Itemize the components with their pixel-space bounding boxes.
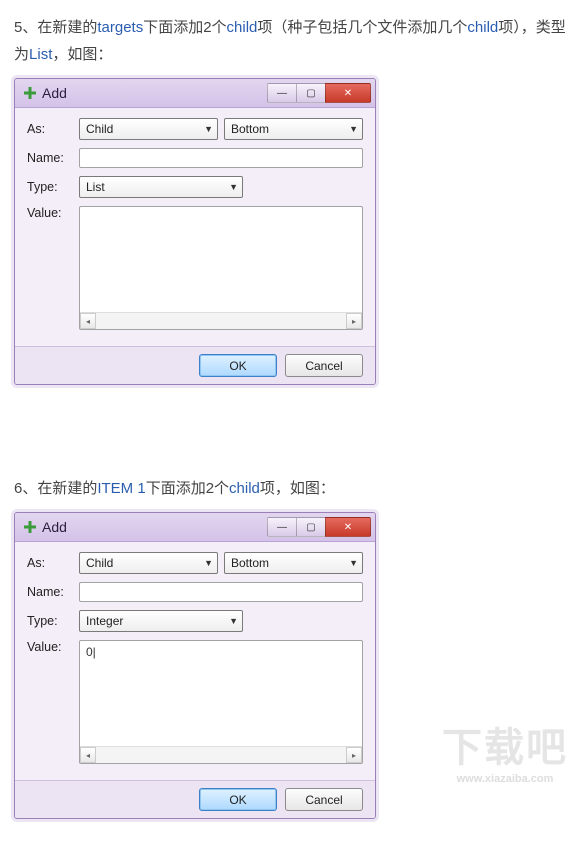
value-label: Value:	[27, 206, 73, 220]
cancel-button[interactable]: Cancel	[285, 788, 363, 811]
position-dropdown[interactable]: Bottom▼	[224, 118, 363, 140]
window-buttons: — ▢ ✕	[268, 517, 371, 537]
chevron-down-icon: ▼	[349, 124, 358, 134]
chevron-down-icon: ▼	[349, 558, 358, 568]
dialog-body: As: Child▼ Bottom▼ Name: Type: Integer▼ …	[15, 542, 375, 780]
maximize-button[interactable]: ▢	[296, 83, 326, 103]
type-dropdown[interactable]: Integer▼	[79, 610, 243, 632]
chevron-down-icon: ▼	[229, 616, 238, 626]
add-dialog-1: Add — ▢ ✕ As: Child▼ Bottom▼ Name: Type:…	[14, 78, 376, 385]
ok-button[interactable]: OK	[199, 354, 277, 377]
scroll-left-icon[interactable]: ◂	[80, 313, 96, 329]
chevron-down-icon: ▼	[204, 558, 213, 568]
type-label: Type:	[27, 614, 73, 628]
as-dropdown[interactable]: Child▼	[79, 552, 218, 574]
step6-text: 6、在新建的ITEM 1下面添加2个child项，如图：	[14, 475, 566, 502]
name-input[interactable]	[79, 148, 363, 168]
horizontal-scrollbar[interactable]: ◂ ▸	[80, 312, 362, 329]
dialog-footer: OK Cancel	[15, 346, 375, 384]
cancel-button[interactable]: Cancel	[285, 354, 363, 377]
name-label: Name:	[27, 585, 73, 599]
scroll-right-icon[interactable]: ▸	[346, 747, 362, 763]
close-button[interactable]: ✕	[325, 517, 371, 537]
maximize-button[interactable]: ▢	[296, 517, 326, 537]
watermark: 下载吧 www.xiazaiba.com	[442, 715, 568, 785]
chevron-down-icon: ▼	[204, 124, 213, 134]
add-dialog-2: Add — ▢ ✕ As: Child▼ Bottom▼ Name: Type:…	[14, 512, 376, 819]
dialog-body: As: Child▼ Bottom▼ Name: Type: List▼ Val…	[15, 108, 375, 346]
close-button[interactable]: ✕	[325, 83, 371, 103]
scroll-left-icon[interactable]: ◂	[80, 747, 96, 763]
scroll-right-icon[interactable]: ▸	[346, 313, 362, 329]
name-label: Name:	[27, 151, 73, 165]
name-input[interactable]	[79, 582, 363, 602]
minimize-button[interactable]: —	[267, 83, 297, 103]
step5-text: 5、在新建的targets下面添加2个child项（种子包括几个文件添加几个ch…	[14, 14, 566, 68]
dialog-footer: OK Cancel	[15, 780, 375, 818]
titlebar[interactable]: Add — ▢ ✕	[15, 79, 375, 108]
type-label: Type:	[27, 180, 73, 194]
as-dropdown[interactable]: Child▼	[79, 118, 218, 140]
as-label: As:	[27, 122, 73, 136]
ok-button[interactable]: OK	[199, 788, 277, 811]
dialog-title: Add	[42, 519, 268, 535]
as-label: As:	[27, 556, 73, 570]
titlebar[interactable]: Add — ▢ ✕	[15, 513, 375, 542]
chevron-down-icon: ▼	[229, 182, 238, 192]
position-dropdown[interactable]: Bottom▼	[224, 552, 363, 574]
horizontal-scrollbar[interactable]: ◂ ▸	[80, 746, 362, 763]
value-textarea[interactable]: ◂ ▸	[79, 206, 363, 330]
value-textarea[interactable]: 0| ◂ ▸	[79, 640, 363, 764]
value-label: Value:	[27, 640, 73, 654]
window-buttons: — ▢ ✕	[268, 83, 371, 103]
plus-icon	[23, 86, 37, 100]
minimize-button[interactable]: —	[267, 517, 297, 537]
type-dropdown[interactable]: List▼	[79, 176, 243, 198]
dialog-title: Add	[42, 85, 268, 101]
plus-icon	[23, 520, 37, 534]
